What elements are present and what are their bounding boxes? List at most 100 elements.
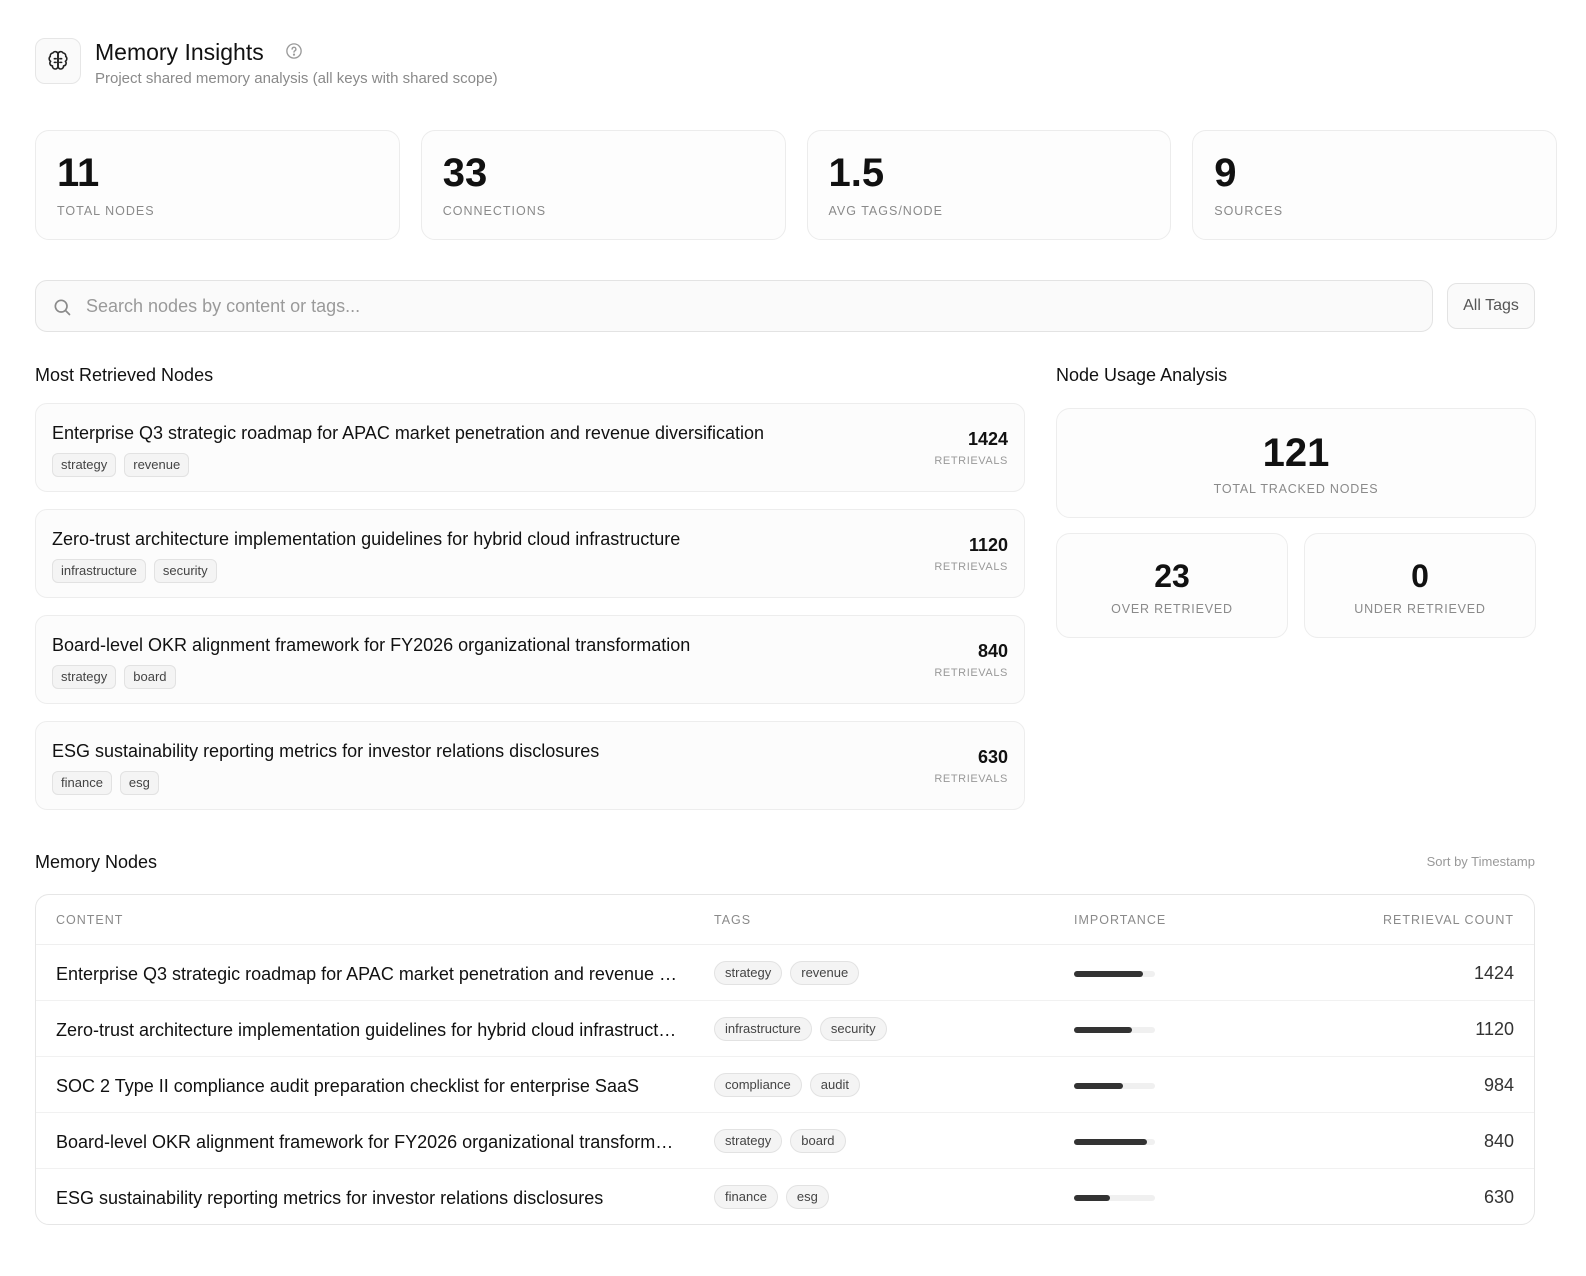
stats-row: 11 TOTAL NODES 33 CONNECTIONS 1.5 AVG TA… — [35, 130, 1557, 240]
importance-bar — [1074, 1083, 1155, 1089]
most-retrieved-list: Enterprise Q3 strategic roadmap for APAC… — [35, 403, 1025, 827]
usage-analysis-title: Node Usage Analysis — [1056, 365, 1228, 385]
row-retrieval-count: 630 — [1483, 1187, 1514, 1207]
tag-chip[interactable]: infrastructure — [714, 1017, 812, 1041]
retrieval-count: 1120 — [968, 535, 1008, 555]
row-retrieval-count: 840 — [1483, 1131, 1514, 1151]
row-content: ESG sustainability reporting metrics for… — [56, 1188, 604, 1208]
tag-chip[interactable]: audit — [809, 1073, 860, 1097]
table-row[interactable]: Board-level OKR alignment framework for … — [36, 1113, 1534, 1169]
page-title: Memory Insights — [95, 39, 264, 65]
importance-bar-fill — [1074, 1139, 1147, 1145]
retrieved-node-title: ESG sustainability reporting metrics for… — [52, 741, 600, 761]
stat-label: SOURCES — [1214, 204, 1284, 218]
sort-by-timestamp-link[interactable]: Sort by Timestamp — [1427, 854, 1535, 869]
row-retrieval-count: 984 — [1483, 1075, 1514, 1095]
stat-label: TOTAL NODES — [57, 204, 155, 218]
row-content: Zero-trust architecture implementation g… — [56, 1020, 681, 1040]
usage-total-value: 121 — [1262, 431, 1330, 475]
tag-chip[interactable]: security — [819, 1017, 887, 1041]
tag-chip[interactable]: revenue — [124, 453, 190, 477]
row-content: SOC 2 Type II compliance audit preparati… — [56, 1076, 639, 1096]
retrieval-count-label: RETRIEVALS — [934, 561, 1008, 573]
retrieval-count: 630 — [977, 747, 1008, 767]
help-icon[interactable] — [285, 42, 303, 60]
tag-chip[interactable]: strategy — [52, 453, 117, 477]
memory-nodes-table: CONTENT TAGS IMPORTANCE RETRIEVAL COUNT … — [35, 894, 1535, 1225]
stat-card-total-nodes: 11 TOTAL NODES — [35, 130, 400, 240]
search-input[interactable] — [86, 281, 1416, 331]
tag-chip[interactable]: finance — [714, 1185, 778, 1209]
retrieved-node-card[interactable]: Zero-trust architecture implementation g… — [35, 509, 1025, 598]
tag-chip[interactable]: strategy — [714, 961, 783, 985]
usage-total-label: TOTAL TRACKED NODES — [1213, 482, 1379, 496]
retrieved-node-card[interactable]: ESG sustainability reporting metrics for… — [35, 721, 1025, 810]
importance-bar-fill — [1074, 1027, 1132, 1033]
tag-chip[interactable]: board — [790, 1129, 846, 1153]
row-retrieval-count: 1120 — [1475, 1019, 1514, 1039]
table-row[interactable]: SOC 2 Type II compliance audit preparati… — [36, 1057, 1534, 1113]
row-tags: compliance audit — [714, 1073, 860, 1097]
stat-card-avg-tags: 1.5 AVG TAGS/NODE — [806, 130, 1172, 240]
column-header-content[interactable]: CONTENT — [56, 913, 123, 927]
importance-bar — [1074, 1139, 1155, 1145]
retrieval-count: 840 — [977, 641, 1008, 661]
usage-total-card: 121 TOTAL TRACKED NODES — [1056, 408, 1536, 518]
tag-chip[interactable]: security — [153, 559, 217, 583]
tag-chip[interactable]: infrastructure — [52, 559, 146, 583]
importance-bar-fill — [1074, 971, 1143, 977]
stat-value: 11 — [57, 151, 100, 195]
importance-bar — [1074, 1195, 1155, 1201]
retrieval-count-label: RETRIEVALS — [934, 667, 1008, 679]
usage-under-label: UNDER RETRIEVED — [1354, 602, 1486, 616]
page-subtitle: Project shared memory analysis (all keys… — [95, 70, 498, 87]
retrieval-count-label: RETRIEVALS — [934, 455, 1008, 467]
column-header-tags[interactable]: TAGS — [714, 913, 751, 927]
retrieved-node-title: Enterprise Q3 strategic roadmap for APAC… — [52, 423, 765, 443]
stat-label: AVG TAGS/NODE — [828, 204, 943, 218]
brain-icon — [35, 38, 81, 84]
table-row[interactable]: ESG sustainability reporting metrics for… — [36, 1169, 1534, 1224]
retrieval-count-label: RETRIEVALS — [934, 773, 1008, 785]
row-tags: strategy board — [714, 1129, 846, 1153]
stat-value: 1.5 — [828, 151, 885, 195]
most-retrieved-title: Most Retrieved Nodes — [35, 365, 214, 385]
tag-chip[interactable]: strategy — [714, 1129, 783, 1153]
usage-over-value: 23 — [1154, 558, 1190, 594]
stat-card-connections: 33 CONNECTIONS — [420, 130, 786, 240]
table-row[interactable]: Zero-trust architecture implementation g… — [36, 1001, 1534, 1057]
column-header-importance[interactable]: IMPORTANCE — [1074, 913, 1166, 927]
retrieved-node-card[interactable]: Enterprise Q3 strategic roadmap for APAC… — [35, 403, 1025, 492]
tag-chip[interactable]: finance — [52, 771, 112, 795]
all-tags-filter-button[interactable]: All Tags — [1447, 283, 1535, 329]
row-retrieval-count: 1424 — [1473, 963, 1514, 983]
tag-chip[interactable]: revenue — [790, 961, 860, 985]
importance-bar-fill — [1074, 1083, 1123, 1089]
retrieved-node-card[interactable]: Board-level OKR alignment framework for … — [35, 615, 1025, 704]
tag-chip[interactable]: strategy — [52, 665, 117, 689]
tag-chip[interactable]: board — [124, 665, 176, 689]
usage-over-label: OVER RETRIEVED — [1111, 602, 1233, 616]
retrieved-node-tags: strategy revenue — [52, 453, 190, 477]
column-header-retrieval-count[interactable]: RETRIEVAL COUNT — [1383, 913, 1514, 927]
stat-label: CONNECTIONS — [442, 204, 547, 218]
tag-chip[interactable]: esg — [785, 1185, 829, 1209]
row-content: Board-level OKR alignment framework for … — [56, 1132, 681, 1152]
retrieved-node-title: Board-level OKR alignment framework for … — [52, 635, 691, 655]
stat-value: 33 — [442, 151, 488, 195]
importance-bar — [1074, 971, 1155, 977]
importance-bar-fill — [1074, 1195, 1110, 1201]
retrieved-node-tags: finance esg — [52, 771, 159, 795]
stat-card-sources: 9 SOURCES — [1192, 130, 1557, 240]
table-row[interactable]: Enterprise Q3 strategic roadmap for APAC… — [36, 945, 1534, 1001]
retrieved-node-tags: strategy board — [52, 665, 176, 689]
row-content: Enterprise Q3 strategic roadmap for APAC… — [56, 964, 681, 984]
tag-chip[interactable]: compliance — [714, 1073, 802, 1097]
search-bar — [35, 280, 1433, 332]
tag-chip[interactable]: esg — [119, 771, 159, 795]
usage-under-card: 0 UNDER RETRIEVED — [1304, 533, 1536, 638]
page-header: Memory Insights Project shared memory an… — [35, 38, 735, 87]
table-header: CONTENT TAGS IMPORTANCE RETRIEVAL COUNT — [36, 895, 1534, 945]
row-tags: finance esg — [714, 1185, 829, 1209]
importance-bar — [1074, 1027, 1155, 1033]
